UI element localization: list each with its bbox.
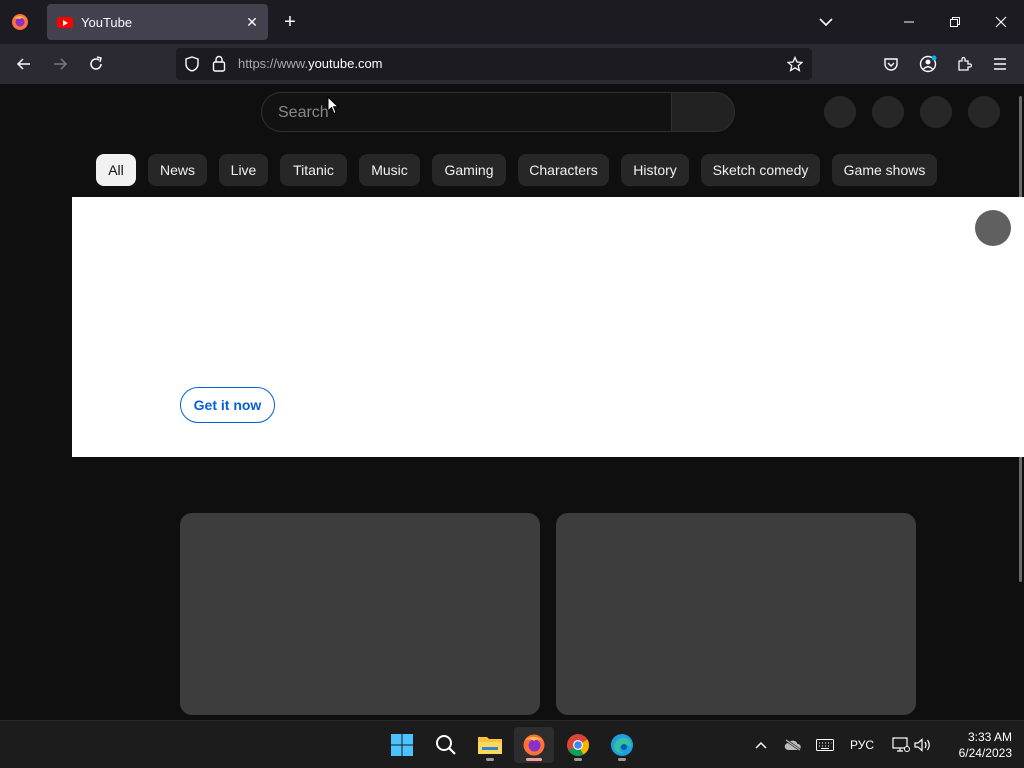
running-indicator [526, 758, 542, 761]
chip-game-shows[interactable]: Game shows [832, 154, 937, 186]
chip-characters[interactable]: Characters [518, 154, 609, 186]
lock-icon[interactable] [212, 55, 226, 77]
extensions-icon[interactable] [949, 49, 979, 79]
chip-live[interactable]: Live [219, 154, 268, 186]
chip-all[interactable]: All [96, 154, 136, 186]
search-icon[interactable] [426, 727, 466, 763]
restore-window-icon[interactable] [932, 0, 978, 44]
browser-navigation-bar: https://www.youtube.com [0, 44, 1024, 84]
hamburger-menu-icon[interactable] [985, 49, 1015, 79]
onedrive-offline-icon[interactable] [782, 733, 804, 757]
search-button[interactable] [671, 92, 735, 132]
mouse-cursor-icon [327, 95, 340, 120]
chip-sketch-comedy[interactable]: Sketch comedy [701, 154, 820, 186]
chip-history[interactable]: History [621, 154, 689, 186]
system-clock[interactable]: 3:33 AM 6/24/2023 [942, 729, 1012, 761]
start-button-windows-icon[interactable] [382, 727, 422, 763]
banner-close-button-placeholder[interactable] [975, 210, 1011, 246]
youtube-page: Search All News Live Titanic Music Gamin… [0, 84, 1024, 720]
running-indicator [574, 758, 582, 761]
back-arrow-icon[interactable] [9, 49, 39, 79]
video-thumbnail-placeholder[interactable] [556, 513, 916, 715]
close-tab-icon[interactable]: ✕ [240, 10, 264, 34]
account-icon[interactable] [913, 49, 943, 79]
show-hidden-icons-chevron-up-icon[interactable] [750, 733, 772, 757]
get-it-now-button[interactable]: Get it now [180, 387, 275, 423]
tracking-protection-shield-icon[interactable] [184, 56, 200, 77]
reload-icon[interactable] [81, 49, 111, 79]
bookmark-star-icon[interactable] [786, 55, 804, 77]
url-prefix: https://www. [238, 56, 309, 71]
url-domain: youtube.com [308, 56, 383, 71]
youtube-favicon-icon [57, 16, 73, 28]
avatar[interactable] [968, 96, 1000, 128]
input-language-indicator[interactable]: РУС [846, 733, 878, 757]
browser-tab-strip: YouTube ✕ + [0, 0, 1024, 44]
create-button-placeholder[interactable] [824, 96, 856, 128]
tab-title: YouTube [81, 14, 133, 30]
edge-icon[interactable] [602, 727, 642, 763]
volume-icon[interactable] [912, 733, 934, 757]
notifications-button-placeholder[interactable] [920, 96, 952, 128]
chip-news[interactable]: News [148, 154, 207, 186]
windows-taskbar: РУС 3:33 AM 6/24/2023 [0, 720, 1024, 768]
search-placeholder: Search [278, 104, 329, 121]
new-tab-button[interactable]: + [276, 8, 304, 36]
chip-music[interactable]: Music [359, 154, 420, 186]
pocket-icon[interactable] [876, 49, 906, 79]
running-indicator [618, 758, 626, 761]
clock-date: 6/24/2023 [958, 746, 1012, 760]
search-input[interactable]: Search [261, 92, 671, 132]
minimize-window-icon[interactable] [886, 0, 932, 44]
forward-arrow-icon[interactable] [45, 49, 75, 79]
close-window-icon[interactable] [978, 0, 1024, 44]
touch-keyboard-icon[interactable] [814, 733, 836, 757]
list-all-tabs-icon[interactable] [812, 8, 840, 36]
chrome-icon[interactable] [558, 727, 598, 763]
chip-gaming[interactable]: Gaming [432, 154, 506, 186]
url-text[interactable]: https://www.youtube.com [238, 56, 383, 71]
network-icon[interactable] [890, 733, 912, 757]
running-indicator [486, 758, 494, 761]
firefox-taskbar-icon[interactable] [514, 727, 554, 763]
firefox-view-icon[interactable] [0, 0, 40, 44]
tab-youtube[interactable]: YouTube ✕ [47, 4, 268, 40]
address-bar[interactable]: https://www.youtube.com [176, 48, 812, 80]
chip-titanic[interactable]: Titanic [280, 154, 347, 186]
clock-time: 3:33 AM [967, 730, 1012, 744]
promo-banner: Get it now [72, 197, 1024, 457]
file-explorer-icon[interactable] [470, 727, 510, 763]
apps-button-placeholder[interactable] [872, 96, 904, 128]
video-thumbnail-placeholder[interactable] [180, 513, 540, 715]
